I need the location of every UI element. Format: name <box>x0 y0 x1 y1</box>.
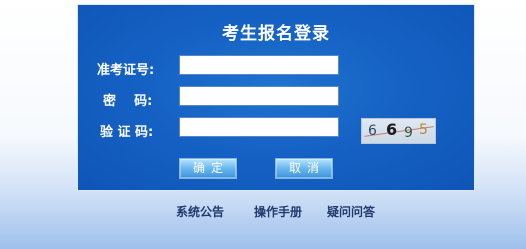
faq-link[interactable]: 疑问问答 <box>327 203 375 220</box>
captcha-char: 9 <box>404 125 413 141</box>
exam-id-input[interactable] <box>179 55 339 75</box>
login-title: 考生报名登录 <box>222 24 330 44</box>
captcha-image[interactable]: 6 6 9 5 <box>361 118 436 144</box>
captcha-label: 验 证 码: <box>100 125 154 140</box>
cancel-button[interactable]: 取消 <box>275 158 333 179</box>
captcha-char: 5 <box>419 122 428 138</box>
announcement-link[interactable]: 系统公告 <box>176 203 224 220</box>
manual-link[interactable]: 操作手册 <box>254 203 302 220</box>
password-input[interactable] <box>179 86 339 106</box>
login-panel: 考生报名登录 准考证号: 密 码: 验 证 码: 6 6 9 5 确定 取消 <box>77 4 475 191</box>
exam-id-label: 准考证号: <box>97 63 155 78</box>
captcha-input[interactable] <box>179 117 339 137</box>
captcha-char: 6 <box>368 123 377 139</box>
password-label: 密 码: <box>103 94 153 109</box>
captcha-char: 6 <box>386 120 398 139</box>
confirm-button[interactable]: 确定 <box>179 158 237 179</box>
